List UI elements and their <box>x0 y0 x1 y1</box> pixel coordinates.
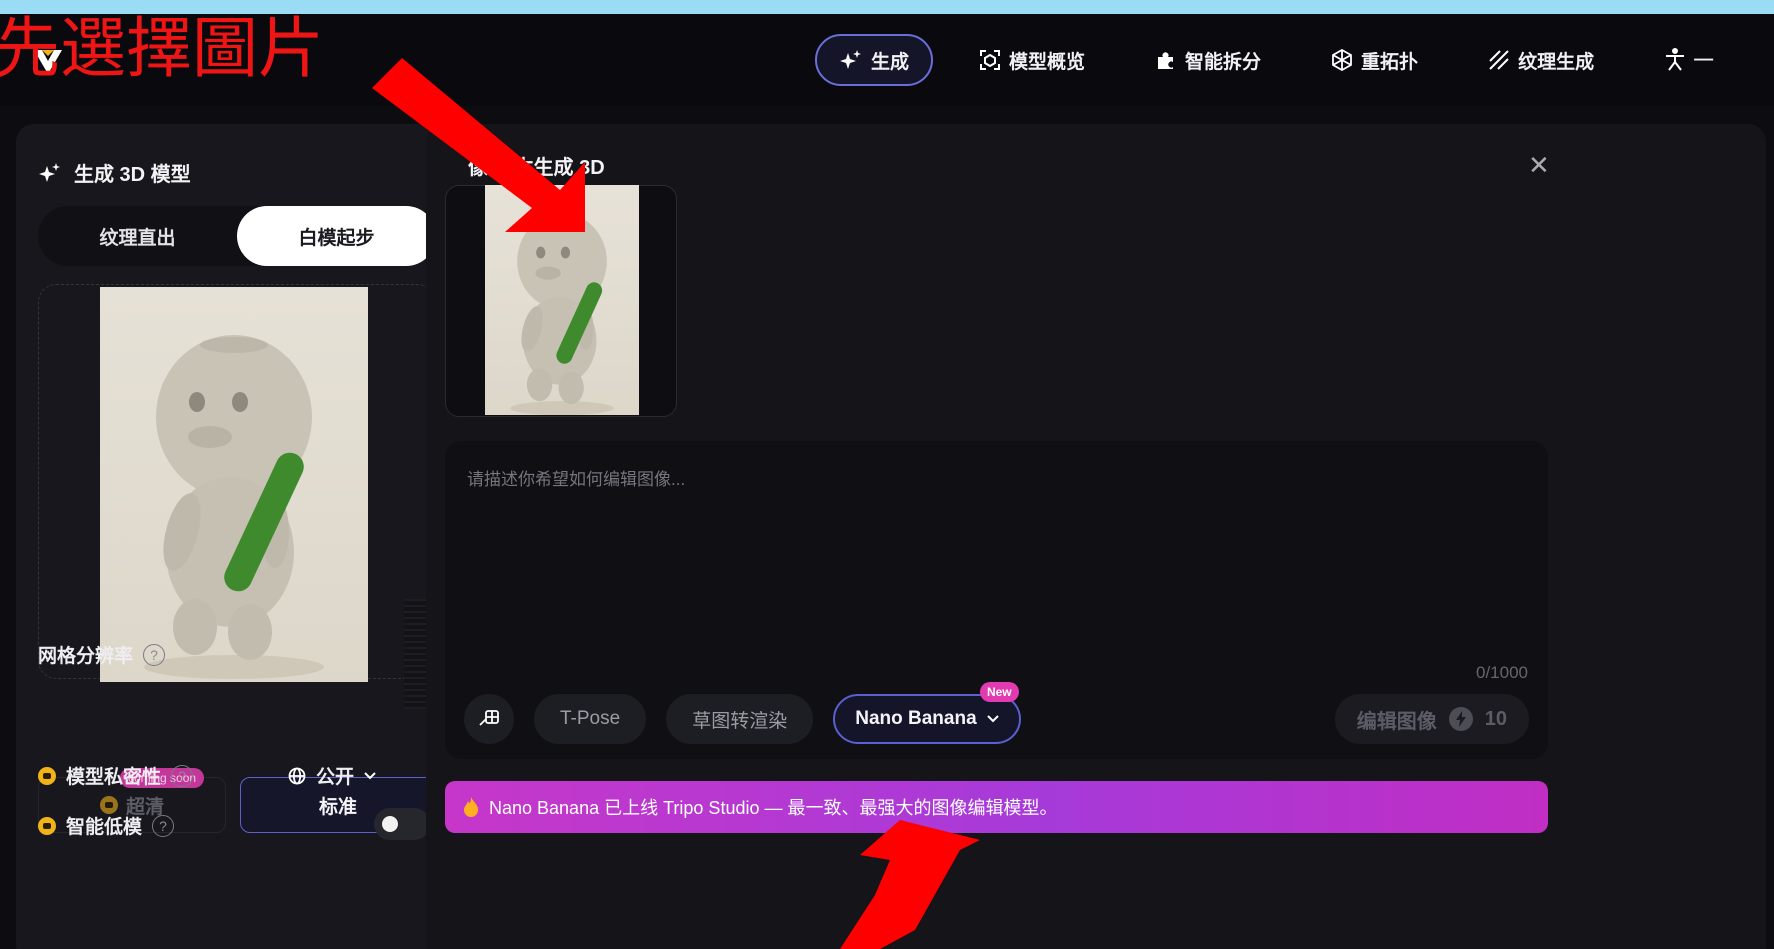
edit-cost: 10 <box>1484 707 1507 730</box>
nav-item-label: 纹理生成 <box>1518 51 1595 73</box>
uploaded-image <box>100 287 368 682</box>
chevron-down-icon <box>986 715 999 723</box>
sparkle-icon <box>840 50 861 69</box>
privacy-value: 公开 <box>316 767 355 788</box>
nav-item-model-overview[interactable]: 模型概览 <box>955 34 1109 86</box>
model-select-label: Nano Banana <box>855 708 977 729</box>
nav-item-label: 重拓扑 <box>1361 51 1419 73</box>
left-panel: 生成 3D 模型 纹理直出 白模起步 网格分辨率 ? 超清 coming soo… <box>16 124 456 949</box>
reference-image <box>485 185 639 415</box>
nav-item-smart-split[interactable]: 智能拆分 <box>1131 34 1285 86</box>
reference-image-card[interactable] <box>445 185 677 417</box>
t-pose-button[interactable]: T-Pose <box>534 694 647 744</box>
globe-icon <box>288 767 306 784</box>
edit-image-label: 编辑图像 <box>1356 710 1437 733</box>
lightning-icon <box>1448 707 1473 731</box>
nav-item-texture[interactable]: 纹理生成 <box>1464 34 1618 86</box>
main-title: 像/文本生成 3D <box>468 157 605 179</box>
char-counter: 0/1000 <box>1476 663 1528 682</box>
main-panel: 像/文本生成 3D ✕ 请描述你希望如何编辑图像... 0/1000 T-Pos… <box>426 124 1766 949</box>
chevron-down-icon <box>364 771 376 779</box>
lowpoly-toggle[interactable] <box>374 808 430 840</box>
panel-title: 生成 3D 模型 <box>38 158 191 187</box>
model-select[interactable]: Nano Banana New <box>833 682 1021 744</box>
nav-item-label: 生成 <box>871 51 910 73</box>
app-window: 生成 模型概览 智能拆分 重拓扑 纹理生成 — 生成 3D 模型 纹理直出 白模… <box>0 14 1774 949</box>
lowpoly-label: 智能低模 ? <box>38 812 175 839</box>
banner-text: Nano Banana 已上线 Tripo Studio — 最一致、最强大的图… <box>489 798 1058 818</box>
new-badge: New <box>979 682 1019 702</box>
tool-grid-icon[interactable] <box>464 694 514 744</box>
main-nav: 生成 模型概览 智能拆分 重拓扑 纹理生成 — <box>815 34 1759 86</box>
nav-item-label: — <box>1694 49 1714 70</box>
sparkle-icon <box>39 162 60 182</box>
lowpoly-text: 智能低模 <box>66 817 143 838</box>
annotation-text: 先選擇圖片 <box>0 10 324 87</box>
mesh-resolution-text: 网格分辨率 <box>38 646 134 667</box>
announcement-banner[interactable]: Nano Banana 已上线 Tripo Studio — 最一致、最强大的图… <box>445 781 1548 833</box>
premium-icon <box>38 816 56 835</box>
sketch-render-button[interactable]: 草图转渲染 <box>666 694 814 744</box>
rig-figure-icon <box>1666 48 1685 71</box>
hatch-icon <box>1489 50 1509 70</box>
nav-item-label: 模型概览 <box>1009 51 1086 73</box>
nav-item-generate[interactable]: 生成 <box>815 34 934 86</box>
close-icon[interactable]: ✕ <box>1528 150 1550 181</box>
generation-mode-toggle: 纹理直出 白模起步 <box>38 206 436 266</box>
mesh-icon <box>1332 49 1352 71</box>
cube-frame-icon <box>980 50 1001 70</box>
mesh-resolution-label: 网格分辨率 ? <box>38 641 166 668</box>
edit-image-button[interactable]: 编辑图像 10 <box>1334 694 1529 744</box>
privacy-dropdown[interactable]: 公开 <box>288 762 376 789</box>
resolution-standard-label: 标准 <box>318 796 357 818</box>
flame-icon <box>464 797 478 817</box>
privacy-text: 模型私密性 <box>66 767 162 788</box>
help-icon[interactable]: ? <box>143 643 166 666</box>
tool-row: T-Pose 草图转渲染 Nano Banana New <box>464 682 1041 744</box>
segment-texture-direct[interactable]: 纹理直出 <box>38 206 237 266</box>
puzzle-icon <box>1158 52 1174 69</box>
help-icon[interactable]: ? <box>152 814 175 837</box>
prompt-editor[interactable]: 请描述你希望如何编辑图像... 0/1000 T-Pose 草图转渲染 Nano… <box>445 441 1548 759</box>
premium-icon <box>38 766 56 785</box>
nav-item-rig[interactable]: — <box>1640 34 1737 86</box>
help-icon[interactable]: ? <box>171 764 194 787</box>
panel-title-text: 生成 3D 模型 <box>74 164 191 186</box>
segment-base-mesh[interactable]: 白模起步 <box>237 206 436 266</box>
prompt-placeholder: 请描述你希望如何编辑图像... <box>467 470 686 489</box>
privacy-label: 模型私密性 ? <box>38 762 194 789</box>
nav-item-retopology[interactable]: 重拓扑 <box>1307 34 1442 86</box>
nav-item-label: 智能拆分 <box>1185 51 1262 73</box>
